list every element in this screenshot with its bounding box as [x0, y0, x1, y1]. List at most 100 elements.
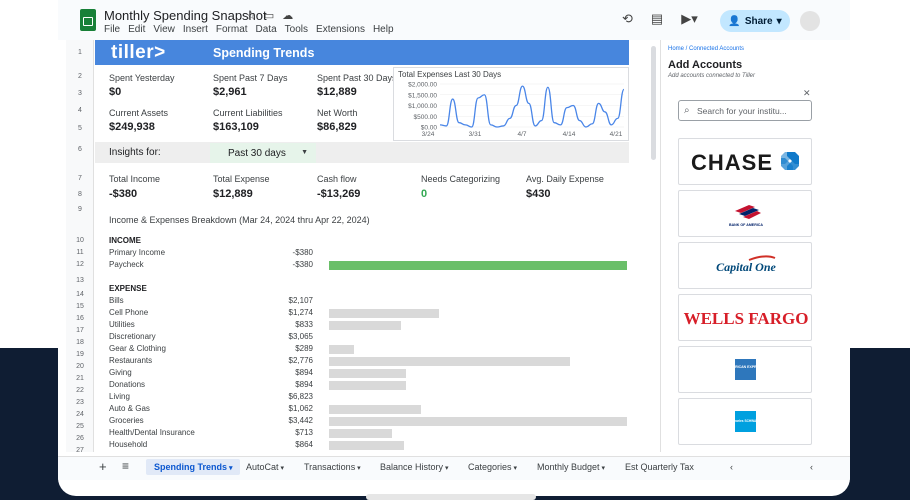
cloud-icon[interactable]: ☁: [282, 9, 293, 22]
all-sheets-icon[interactable]: ≡: [122, 459, 129, 473]
tab-menu-icon[interactable]: ▾: [512, 465, 517, 472]
meet-icon[interactable]: ▶▾: [681, 11, 698, 27]
menu-file[interactable]: File: [104, 24, 120, 35]
sheet-tab-label: Est Quarterly Tax: [625, 462, 694, 472]
tab-menu-icon[interactable]: ▾: [600, 465, 605, 472]
row-number[interactable]: 3: [66, 90, 94, 97]
sheet-tab[interactable]: AutoCat ▾: [246, 462, 284, 472]
row-number[interactable]: 16: [66, 315, 94, 322]
menu-extensions[interactable]: Extensions: [316, 24, 365, 35]
tab-menu-icon[interactable]: ▾: [443, 465, 449, 472]
menu-view[interactable]: View: [153, 24, 175, 35]
row-number[interactable]: 8: [66, 191, 94, 198]
row-number[interactable]: 26: [66, 435, 94, 442]
sheets-logo-icon[interactable]: [80, 9, 96, 31]
menu-format[interactable]: Format: [216, 24, 248, 35]
star-icon[interactable]: ☆: [246, 9, 256, 22]
tab-menu-icon[interactable]: ▾: [279, 465, 284, 472]
search-icon: ⌕: [684, 105, 690, 116]
capital-one-logo: Capital One: [716, 255, 777, 274]
bank-charles-schwab[interactable]: charles SCHWAB: [678, 398, 812, 445]
kpi-label: Spent Past 30 Days: [317, 73, 397, 83]
tabs-scroll-left-icon[interactable]: ‹: [730, 462, 733, 472]
kpi-value: $12,889: [317, 86, 357, 98]
institution-search-input[interactable]: [697, 104, 809, 118]
kpi-value: $2,961: [213, 86, 247, 98]
avatar[interactable]: [800, 11, 820, 31]
row-number[interactable]: 21: [66, 375, 94, 382]
row-number[interactable]: 17: [66, 327, 94, 334]
menu-tools[interactable]: Tools: [285, 24, 308, 35]
category-name: Discretionary: [109, 332, 156, 341]
sheet-tab[interactable]: Balance History ▾: [380, 462, 449, 472]
sheet-tab[interactable]: Spending Trends ▾: [146, 459, 241, 475]
horizontal-scrollbar[interactable]: [366, 494, 536, 500]
row-number[interactable]: 2: [66, 73, 94, 80]
bank-bank-of-america[interactable]: BANK OF AMERICA: [678, 190, 812, 237]
bank-capital-one[interactable]: Capital One: [678, 242, 812, 289]
row-number[interactable]: 18: [66, 339, 94, 346]
side-panel-collapse-icon[interactable]: ‹: [810, 462, 813, 472]
sheet-tab[interactable]: Transactions ▾: [304, 462, 361, 472]
row-number[interactable]: 22: [66, 387, 94, 394]
category-name: Auto & Gas: [109, 404, 150, 413]
row-number[interactable]: 19: [66, 351, 94, 358]
history-icon[interactable]: ⟲: [622, 11, 633, 27]
spreadsheet-grid[interactable]: 1 2 3 4 5 6 7 8 9 10 11 12 13 14 15 16 17 18 19 20 21 22 23 24 2…: [66, 40, 649, 452]
close-icon[interactable]: ✕: [803, 88, 811, 99]
sheet-tab[interactable]: Est Quarterly Tax: [625, 462, 694, 472]
insights-period-value: Past 30 days: [228, 148, 286, 159]
kpi-value: $86,829: [317, 121, 357, 133]
chart-x-tick: 4/7: [517, 131, 526, 138]
insights-period-select[interactable]: Past 30 days ▼: [210, 143, 316, 163]
row-number[interactable]: 10: [66, 237, 94, 244]
category-bar: [329, 345, 354, 354]
menu-insert[interactable]: Insert: [183, 24, 208, 35]
row-number[interactable]: 11: [66, 249, 94, 256]
tab-menu-icon[interactable]: ▾: [355, 465, 361, 472]
bank-american-express[interactable]: AMERICAN EXPRESS: [678, 346, 812, 393]
sheet-tab[interactable]: Monthly Budget ▾: [537, 462, 605, 472]
sheet-tab[interactable]: Categories ▾: [468, 462, 517, 472]
expenses-chart[interactable]: Total Expenses Last 30 Days $2,000.00 $1,5…: [393, 67, 629, 141]
vertical-scrollbar[interactable]: [650, 40, 658, 452]
row-number[interactable]: 23: [66, 399, 94, 406]
add-sheet-icon[interactable]: +: [99, 459, 107, 474]
row-number[interactable]: 27: [66, 447, 94, 452]
bank-wells-fargo[interactable]: WELLS FARGO: [678, 294, 812, 341]
row-number[interactable]: 24: [66, 411, 94, 418]
institution-search[interactable]: ⌕: [678, 100, 812, 121]
svg-text:BANK OF AMERICA: BANK OF AMERICA: [729, 223, 763, 227]
row-number[interactable]: 1: [66, 49, 94, 56]
row-number[interactable]: 9: [66, 206, 94, 213]
add-accounts-panel: Home / Connected Accounts Add Accounts A…: [660, 40, 818, 452]
row-number[interactable]: 15: [66, 303, 94, 310]
row-number[interactable]: 20: [66, 363, 94, 370]
row-number[interactable]: 6: [66, 146, 94, 153]
menu-help[interactable]: Help: [373, 24, 394, 35]
row-number[interactable]: 12: [66, 261, 94, 268]
move-folder-icon[interactable]: ▭: [264, 9, 274, 22]
kpi-label: Net Worth: [317, 108, 358, 118]
row-number[interactable]: 4: [66, 107, 94, 114]
menu-edit[interactable]: Edit: [128, 24, 145, 35]
chart-y-tick: $1,000.00: [408, 103, 437, 110]
scroll-thumb[interactable]: [651, 46, 656, 160]
document-title[interactable]: Monthly Spending Snapshot: [104, 8, 267, 23]
bank-chase[interactable]: CHASE: [678, 138, 812, 185]
row-number[interactable]: 7: [66, 175, 94, 182]
insights-band: Insights for: Past 30 days ▼: [95, 142, 629, 163]
row-number[interactable]: 5: [66, 125, 94, 132]
comment-icon[interactable]: ▤: [651, 11, 663, 27]
schwab-logo: charles SCHWAB: [732, 411, 759, 432]
row-number[interactable]: 14: [66, 291, 94, 298]
row-number[interactable]: 25: [66, 423, 94, 430]
dropdown-arrow-icon: ▼: [301, 149, 308, 156]
breadcrumb[interactable]: Home / Connected Accounts: [668, 46, 744, 52]
category-name: Living: [109, 392, 130, 401]
tab-menu-icon[interactable]: ▾: [227, 465, 233, 472]
row-number[interactable]: 13: [66, 277, 94, 284]
share-button[interactable]: 👤 Share ▾: [720, 10, 790, 32]
menu-data[interactable]: Data: [256, 24, 277, 35]
category-name: Restaurants: [109, 356, 153, 365]
